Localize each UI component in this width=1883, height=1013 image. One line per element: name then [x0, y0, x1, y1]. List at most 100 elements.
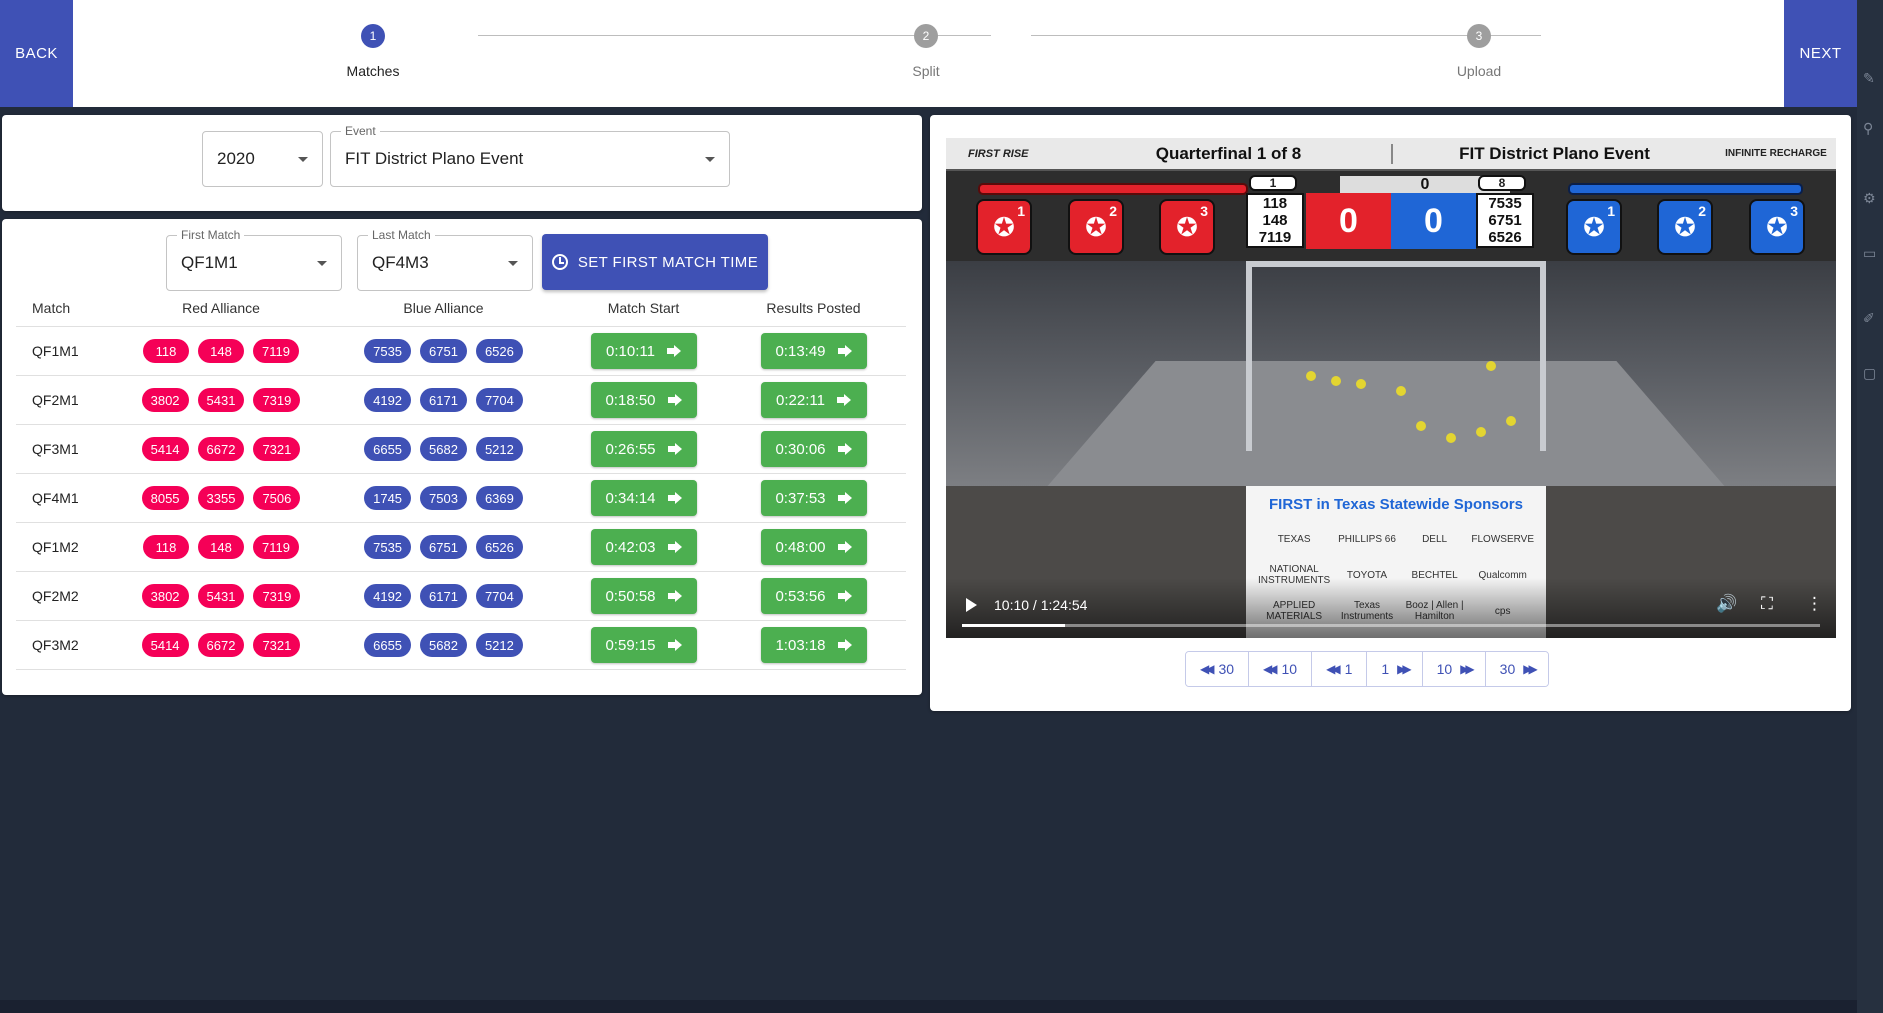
event-select[interactable]: Event FIT District Plano Event	[330, 124, 730, 187]
results-posted-cell: 0:30:06	[726, 431, 901, 467]
results-posted-button[interactable]: 0:48:00	[760, 529, 867, 565]
red-team-chip: 3355	[197, 486, 245, 510]
results-posted-cell: 0:13:49	[726, 333, 901, 369]
ball	[1446, 433, 1456, 443]
red-team-chip: 5431	[197, 388, 245, 412]
results-posted-button[interactable]: 0:13:49	[760, 333, 867, 369]
seek-label: 1	[1344, 661, 1353, 677]
arena-truss	[1246, 261, 1546, 451]
rewind-30-button[interactable]: ◀◀ 30	[1186, 652, 1250, 686]
forward-1-button[interactable]: 1 ▶▶	[1367, 652, 1423, 686]
red-team-chip: 148	[198, 535, 244, 559]
results-posted-button[interactable]: 0:37:53	[760, 480, 867, 516]
seek-label: 30	[1218, 661, 1235, 677]
red-team-chip: 6672	[197, 437, 245, 461]
match-start-cell: 0:26:55	[561, 431, 726, 467]
overlay-title-bar: FIRST RISE Quarterfinal 1 of 8 FIT Distr…	[946, 138, 1836, 171]
time-label: 0:59:15	[605, 636, 656, 654]
match-start-button[interactable]: 0:59:15	[590, 627, 697, 663]
seek-label: 10	[1436, 661, 1453, 677]
side-strip: ✎ ⚲ ⚙ ▭ ✐ ▢	[1857, 0, 1883, 1013]
blue-team-chip: 7704	[475, 584, 523, 608]
matches-table: Match Red Alliance Blue Alliance Match S…	[16, 290, 906, 670]
results-posted-button[interactable]: 0:22:11	[760, 382, 867, 418]
next-button[interactable]: NEXT	[1784, 0, 1857, 107]
match-cell: QF3M1	[32, 441, 79, 457]
match-start-button[interactable]: 0:42:03	[590, 529, 697, 565]
results-posted-cell: 0:53:56	[726, 578, 901, 614]
dropdown-caret-icon	[298, 157, 308, 162]
blue-team-chip: 6526	[475, 339, 523, 363]
robot-number: 1	[1607, 203, 1615, 219]
edit-icon[interactable]: ✎	[1863, 70, 1875, 87]
match-start-button[interactable]: 0:26:55	[590, 431, 697, 467]
dropdown-caret-icon	[317, 261, 327, 266]
arrow-right-icon	[666, 345, 681, 357]
arrow-right-icon	[667, 394, 682, 406]
rewind-1-button[interactable]: ◀◀ 1	[1312, 652, 1368, 686]
rewind-10-button[interactable]: ◀◀ 10	[1249, 652, 1313, 686]
overlay-match-title: Quarterfinal 1 of 8	[1155, 143, 1302, 163]
settings-icon[interactable]: ⚙	[1863, 190, 1876, 207]
year-select[interactable]: 2020	[202, 131, 323, 187]
match-start-button[interactable]: 0:34:14	[590, 480, 697, 516]
window-icon[interactable]: ▢	[1863, 365, 1876, 382]
rewind-icon: ◀◀	[1326, 662, 1341, 676]
red-robot-icon: ✪ 2	[1068, 199, 1124, 255]
step-label: Upload	[1456, 63, 1502, 79]
time-label: 0:34:14	[605, 489, 656, 507]
arrow-right-icon	[837, 639, 852, 651]
results-posted-button[interactable]: 0:30:06	[760, 431, 867, 467]
sponsor-logo: TEXAS	[1277, 533, 1311, 545]
results-posted-cell: 0:48:00	[726, 529, 901, 565]
time-label: 0:13:49	[775, 342, 826, 360]
sponsor-logo: PHILLIPS 66	[1338, 533, 1396, 545]
time-label: 1:03:18	[775, 636, 826, 654]
play-icon[interactable]	[966, 598, 977, 612]
blue-team: 6526	[1488, 229, 1522, 246]
match-cell: QF2M1	[32, 392, 79, 408]
match-start-button[interactable]: 0:50:58	[590, 578, 697, 614]
results-posted-button[interactable]: 1:03:18	[760, 627, 867, 663]
video-player[interactable]: FIRST RISE Quarterfinal 1 of 8 FIT Distr…	[946, 138, 1836, 638]
pen-icon[interactable]: ✐	[1863, 310, 1875, 327]
blue-team-chip: 6655	[364, 437, 412, 461]
red-team-chip: 7319	[253, 388, 301, 412]
arrow-right-icon	[667, 590, 682, 602]
forward-30-button[interactable]: 30 ▶▶	[1485, 652, 1548, 686]
more-options-icon[interactable]: ⋮	[1806, 594, 1823, 614]
blue-robot-icon: ✪ 2	[1657, 199, 1713, 255]
set-first-match-time-button[interactable]: SET FIRST MATCH TIME	[542, 234, 768, 290]
arrow-right-icon	[667, 492, 682, 504]
first-match-value: QF1M1	[181, 253, 238, 272]
ball	[1331, 376, 1341, 386]
video-progress-track[interactable]	[962, 624, 1820, 627]
time-label: 0:42:03	[605, 538, 656, 556]
blue-alliance-cell: 4192 6171 7704	[326, 388, 561, 412]
volume-icon[interactable]: 🔊	[1716, 594, 1737, 614]
match-start-button[interactable]: 0:10:11	[590, 333, 697, 369]
blue-alliance-cell: 7535 6751 6526	[326, 535, 561, 559]
time-label: 0:10:11	[606, 342, 655, 360]
table-row: QF1M1 118 148 7119 7535 6751 6526 0:10:11 0:13:4…	[16, 327, 906, 376]
last-match-select[interactable]: Last Match QF4M3	[357, 228, 533, 291]
video-controls: 10:10 / 1:24:54 🔊 ⛶ ⋮	[946, 578, 1836, 638]
step-split[interactable]: 2 Split	[866, 24, 986, 79]
first-match-select[interactable]: First Match QF1M1	[166, 228, 342, 291]
red-team-chip: 6672	[197, 633, 245, 657]
red-team-chip: 118	[143, 339, 189, 363]
robot-number: 2	[1698, 203, 1706, 219]
fullscreen-icon[interactable]: ⛶	[1761, 594, 1773, 614]
robot-number: 1	[1017, 203, 1025, 219]
time-label: 0:26:55	[605, 440, 656, 458]
match-start-button[interactable]: 0:18:50	[590, 382, 697, 418]
step-matches[interactable]: 1 Matches	[313, 24, 433, 79]
forward-10-button[interactable]: 10 ▶▶	[1422, 652, 1486, 686]
back-button[interactable]: BACK	[0, 0, 73, 107]
blue-team-chip: 6751	[420, 535, 467, 559]
link-icon[interactable]: ⚲	[1863, 120, 1873, 137]
panel-icon[interactable]: ▭	[1863, 245, 1876, 262]
step-upload[interactable]: 3 Upload	[1419, 24, 1539, 79]
results-posted-button[interactable]: 0:53:56	[760, 578, 867, 614]
red-team: 148	[1262, 212, 1288, 229]
